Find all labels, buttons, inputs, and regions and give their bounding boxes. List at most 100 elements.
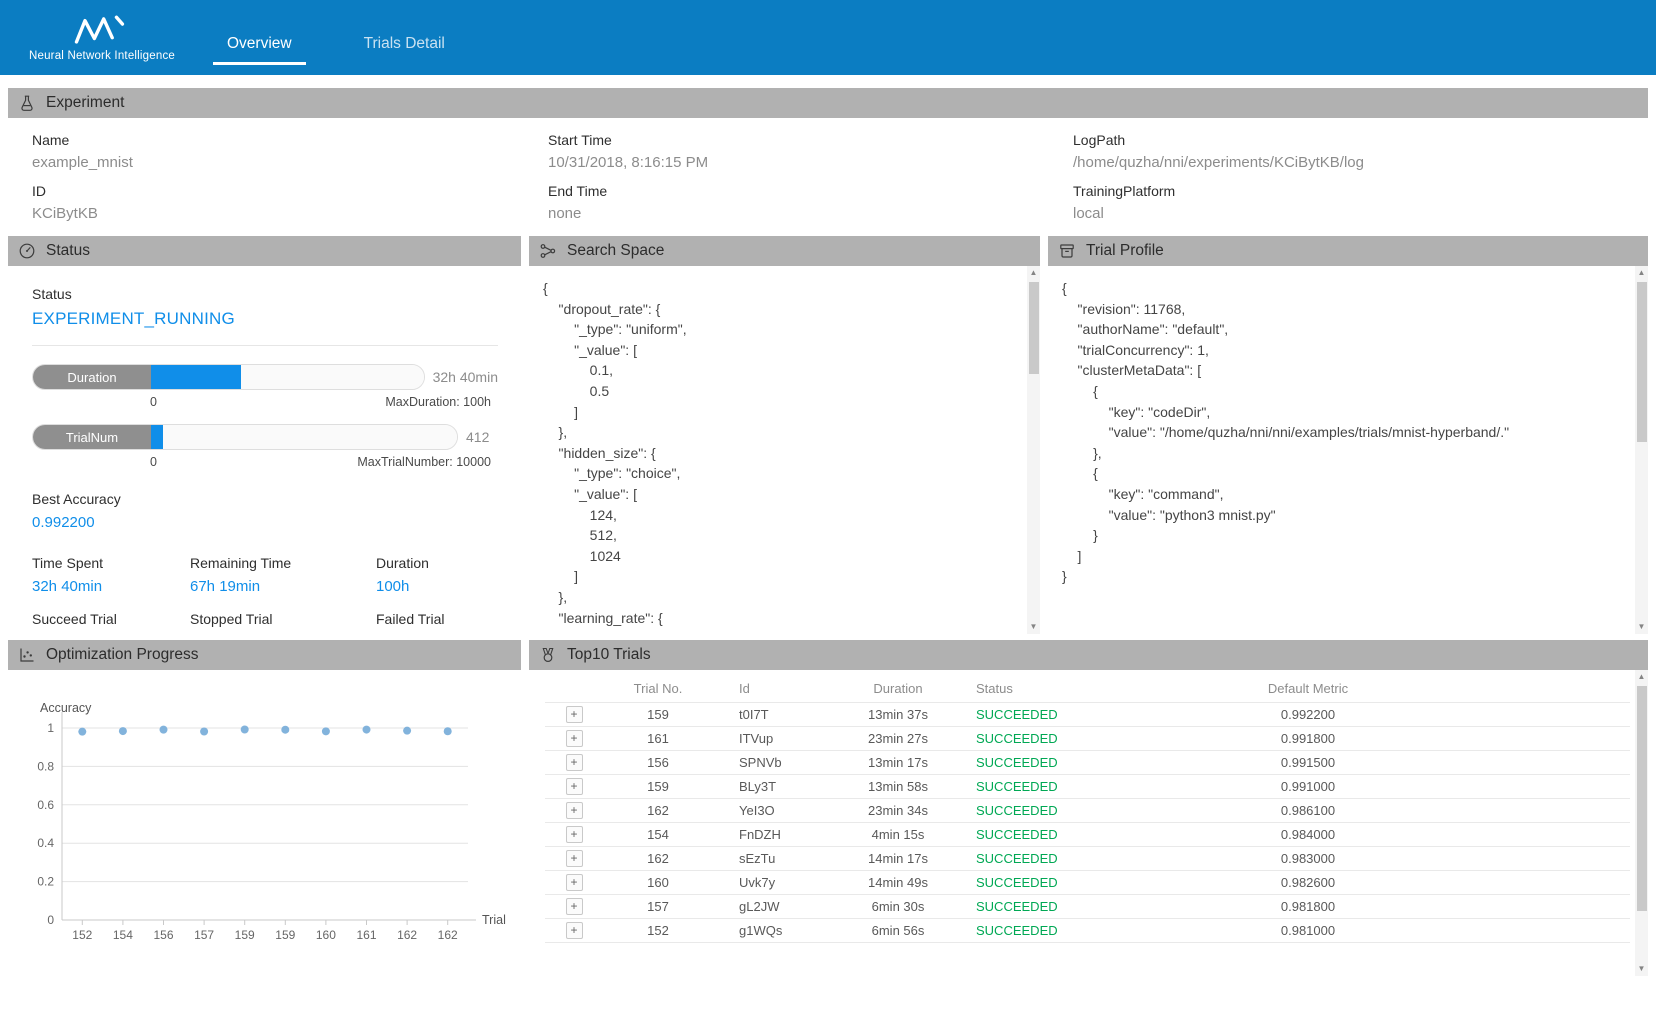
trialnum-progress-group: TrialNum 412 0 MaxTrialNumber: 10000: [32, 424, 498, 469]
duration-bar-value: 32h 40min: [433, 369, 498, 385]
top10-section-header: Top10 Trials: [529, 640, 1648, 670]
nni-brand[interactable]: Neural Network Intelligence: [23, 13, 181, 62]
scroll-thumb[interactable]: [1637, 686, 1647, 911]
json-line: "key": "codeDir",: [1062, 402, 1622, 423]
status-label: Status: [32, 286, 498, 302]
json-line: "revision": 11768,: [1062, 299, 1622, 320]
trial-duration-cell: 14min 17s: [828, 846, 968, 870]
field-label: Name: [32, 132, 548, 148]
trial-metric-cell: 0.992200: [1128, 702, 1488, 726]
flask-icon: [18, 94, 36, 112]
default-metric-column-header: Default Metric: [1128, 676, 1488, 702]
json-line: ]: [1062, 546, 1622, 567]
trial-row: +161ITVup23min 27sSUCCEEDED0.991800: [545, 726, 1630, 750]
expand-trial-button[interactable]: +: [566, 730, 583, 747]
trial-status-cell: SUCCEEDED: [968, 894, 1128, 918]
status-section-header: Status: [8, 236, 521, 266]
trial-id-cell: gL2JW: [713, 894, 828, 918]
tab-trials-detail[interactable]: Trials Detail: [350, 11, 459, 65]
tab-overview[interactable]: Overview: [213, 11, 306, 65]
stat-remaining-time: Remaining Time67h 19min: [190, 555, 376, 595]
top10-scrollbar[interactable]: ▲ ▼: [1635, 670, 1648, 976]
scroll-down-arrow[interactable]: ▼: [1635, 962, 1648, 976]
experiment-section-header: Experiment: [8, 88, 1648, 118]
duration-bar-label: Duration: [33, 365, 151, 389]
stat-time-spent: Time Spent32h 40min: [32, 555, 190, 595]
expand-trial-button[interactable]: +: [566, 874, 583, 891]
scroll-down-arrow[interactable]: ▼: [1027, 620, 1040, 634]
expand-trial-button[interactable]: +: [566, 778, 583, 795]
trial-profile-section-title: Trial Profile: [1086, 242, 1164, 260]
expand-trial-button[interactable]: +: [566, 802, 583, 819]
field-label: LogPath: [1073, 132, 1648, 148]
json-line: 1024: [543, 546, 1014, 567]
stat-stopped-trial: Stopped Trial0: [190, 611, 376, 634]
filler-cell: [1488, 774, 1630, 798]
scatter-chart-icon: [18, 646, 36, 664]
duration-progress-group: Duration 32h 40min 0 MaxDuration: 100h: [32, 364, 498, 409]
expand-trial-button[interactable]: +: [566, 706, 583, 723]
trial-row: +159t0I7T13min 37sSUCCEEDED0.992200: [545, 702, 1630, 726]
json-line: "hidden_size": {: [543, 443, 1014, 464]
json-line: "_value": [: [543, 340, 1014, 361]
stat-succeed-trial: Succeed Trial403: [32, 611, 190, 634]
trial-duration-cell: 13min 17s: [828, 750, 968, 774]
trial-row: +160Uvk7y14min 49sSUCCEEDED0.982600: [545, 870, 1630, 894]
expand-trial-button[interactable]: +: [566, 850, 583, 867]
scroll-up-arrow[interactable]: ▲: [1635, 670, 1648, 684]
trial-no-cell: 162: [603, 846, 713, 870]
scroll-down-arrow[interactable]: ▼: [1635, 620, 1648, 634]
expand-cell: +: [545, 894, 603, 918]
duration-bar-track: [151, 365, 424, 389]
trial-duration-cell: 4min 15s: [828, 822, 968, 846]
trial-row: +154FnDZH4min 15sSUCCEEDED0.984000: [545, 822, 1630, 846]
scroll-thumb[interactable]: [1637, 282, 1647, 442]
trial-no-column-header: Trial No.: [603, 676, 713, 702]
json-line: "value": "python3 mnist.py": [1062, 505, 1622, 526]
trial-id-cell: BLy3T: [713, 774, 828, 798]
trialnum-scale-min: 0: [150, 455, 157, 469]
scroll-up-arrow[interactable]: ▲: [1027, 266, 1040, 280]
filler-column-header: [1488, 676, 1630, 702]
trial-row: +162YeI3O23min 34sSUCCEEDED0.986100: [545, 798, 1630, 822]
json-line: ]: [543, 566, 1014, 587]
expand-trial-button[interactable]: +: [566, 754, 583, 771]
svg-text:156: 156: [153, 928, 173, 942]
json-line: "value": "/home/quzha/nni/nni/examples/t…: [1062, 422, 1622, 443]
trial-metric-cell: 0.983000: [1128, 846, 1488, 870]
svg-text:154: 154: [113, 928, 133, 942]
trial-row: +159BLy3T13min 58sSUCCEEDED0.991000: [545, 774, 1630, 798]
expand-trial-button[interactable]: +: [566, 826, 583, 843]
scroll-thumb[interactable]: [1029, 282, 1039, 374]
expand-trial-button[interactable]: +: [566, 898, 583, 915]
trial-metric-cell: 0.982600: [1128, 870, 1488, 894]
optimization-section-header: Optimization Progress: [8, 640, 521, 670]
expand-trial-button[interactable]: +: [566, 922, 583, 939]
experiment-status-value: EXPERIMENT_RUNNING: [32, 309, 498, 329]
stat-label: Failed Trial: [376, 611, 498, 627]
status-section-title: Status: [46, 242, 90, 260]
trialnum-bar-label: TrialNum: [33, 425, 151, 449]
trial-metric-cell: 0.981000: [1128, 918, 1488, 942]
svg-text:162: 162: [397, 928, 417, 942]
field-value: KCiBytKB: [32, 205, 548, 222]
search-space-section-title: Search Space: [567, 242, 664, 260]
trial-id-cell: Uvk7y: [713, 870, 828, 894]
trial-status-cell: SUCCEEDED: [968, 774, 1128, 798]
trial-profile-json: { "revision": 11768, "authorName": "defa…: [1048, 266, 1648, 587]
id-column-header: Id: [713, 676, 828, 702]
trial-metric-cell: 0.991500: [1128, 750, 1488, 774]
scroll-up-arrow[interactable]: ▲: [1635, 266, 1648, 280]
trial-status-cell: SUCCEEDED: [968, 870, 1128, 894]
search-space-scrollbar[interactable]: ▲ ▼: [1027, 266, 1040, 634]
json-line: "trialConcurrency": 1,: [1062, 340, 1622, 361]
svg-text:Accuracy: Accuracy: [40, 701, 92, 715]
trial-no-cell: 154: [603, 822, 713, 846]
svg-text:0.4: 0.4: [37, 836, 54, 850]
svg-text:162: 162: [438, 928, 458, 942]
field-label: Start Time: [548, 132, 1073, 148]
trial-id-cell: g1WQs: [713, 918, 828, 942]
trial-profile-scrollbar[interactable]: ▲ ▼: [1635, 266, 1648, 634]
status-stats-grid: Time Spent32h 40minRemaining Time67h 19m…: [32, 555, 498, 634]
filler-cell: [1488, 750, 1630, 774]
